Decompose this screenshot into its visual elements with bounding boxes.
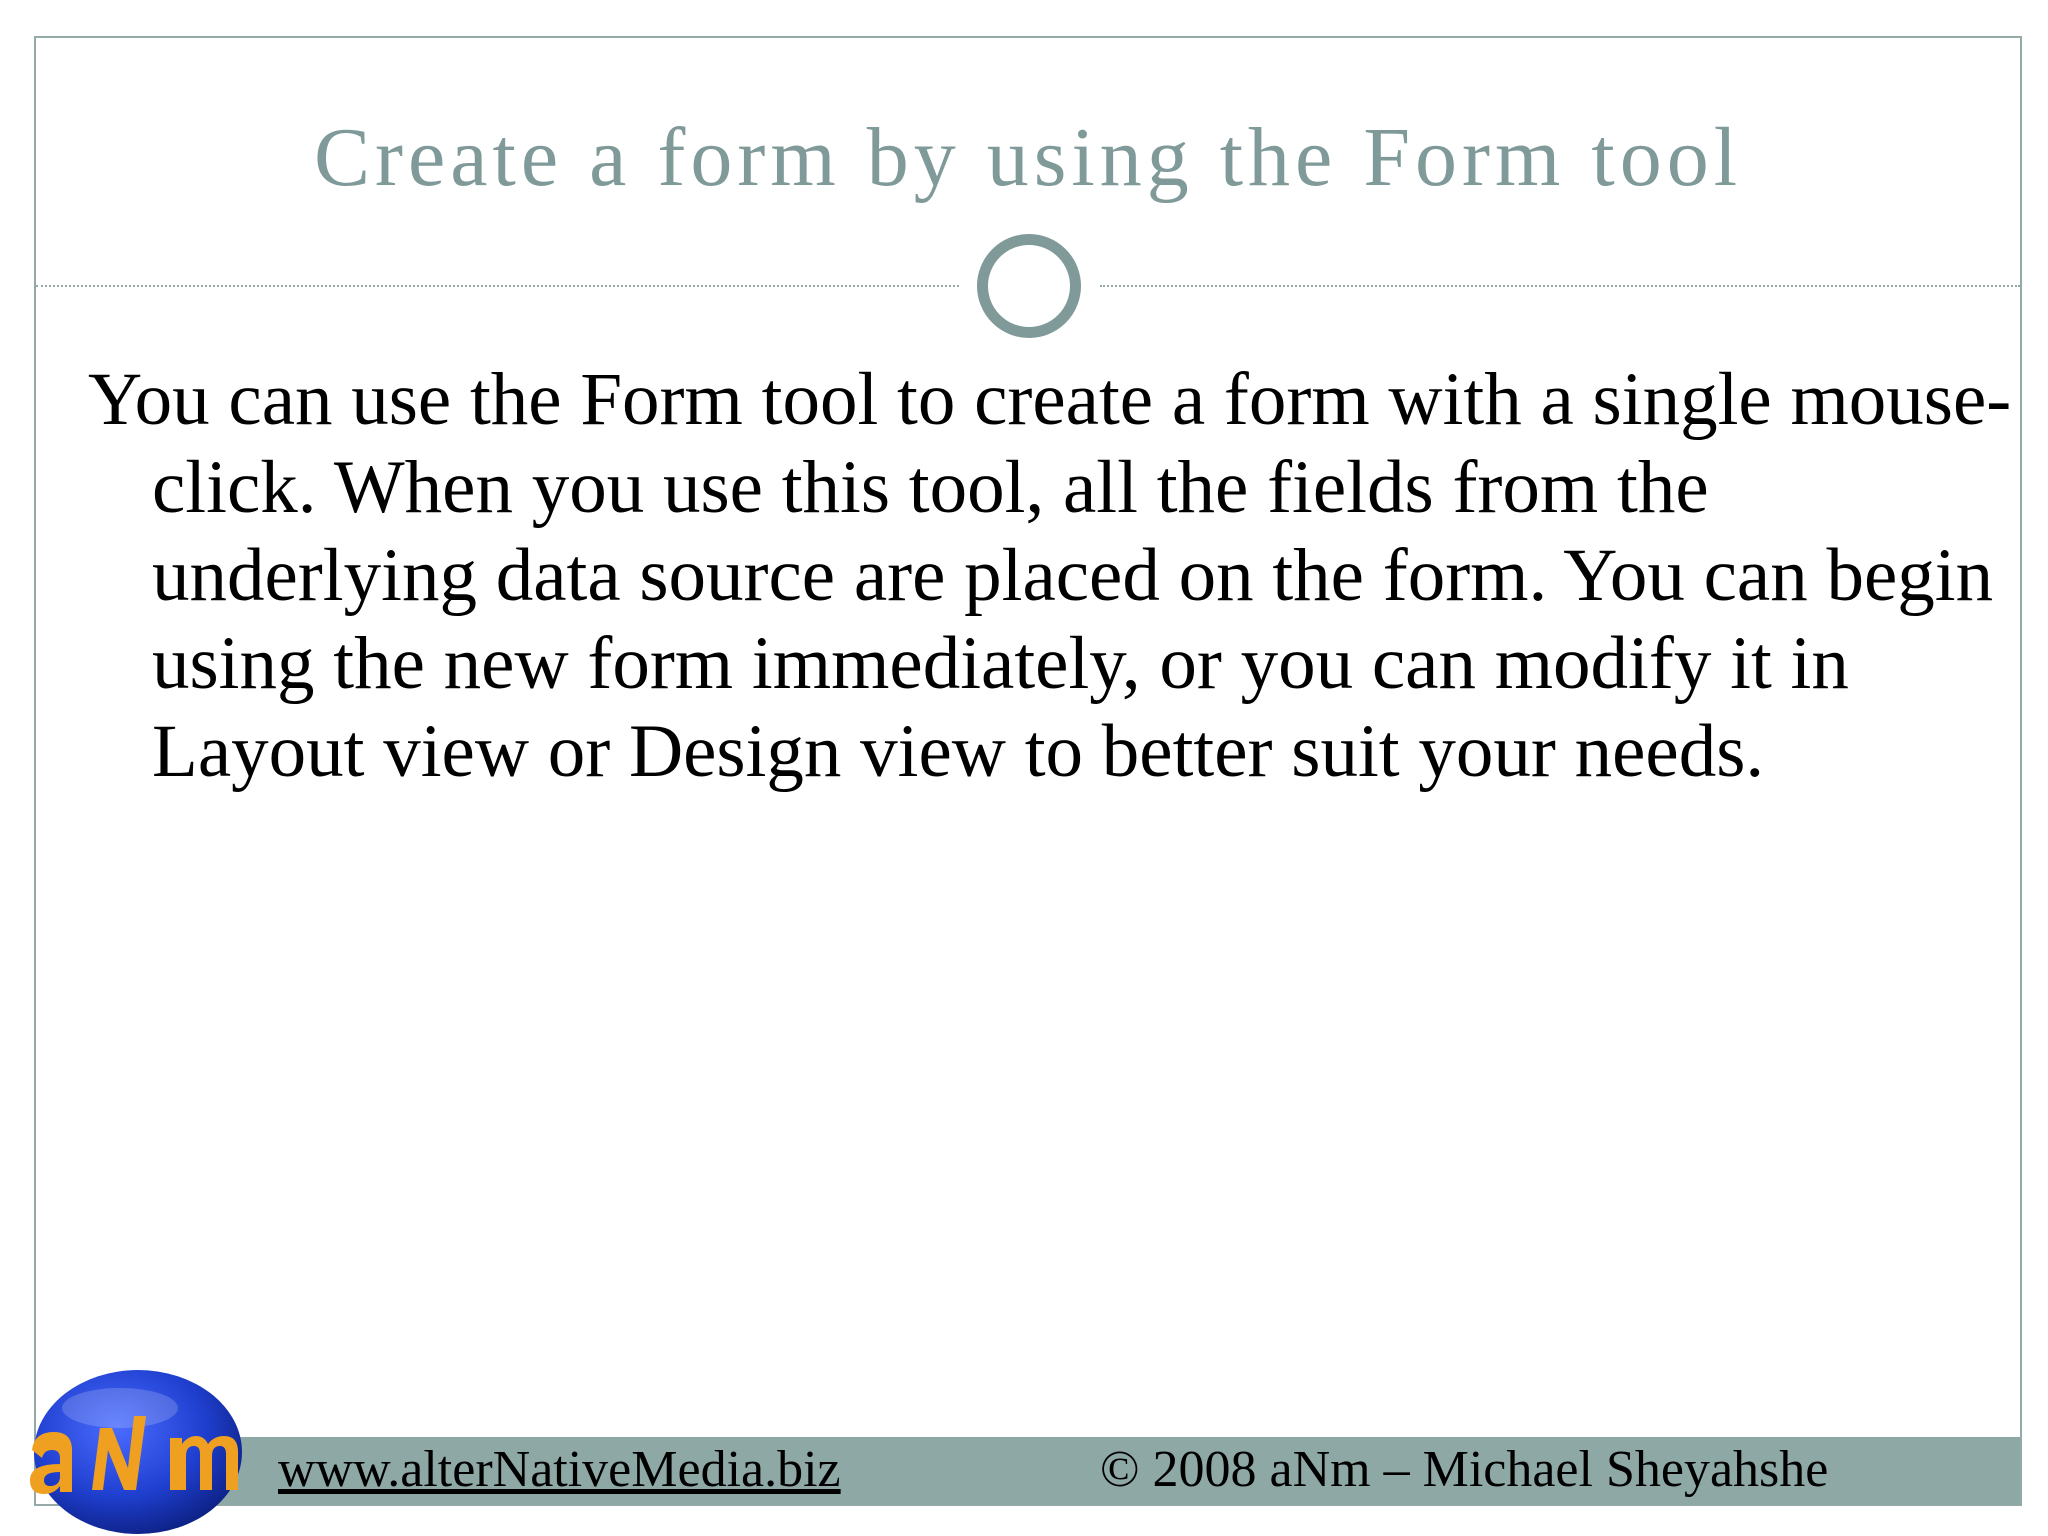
divider-circle-ornament bbox=[977, 234, 1081, 338]
slide-title: Create a form by using the Form tool bbox=[313, 111, 1743, 204]
anm-logo bbox=[30, 1370, 242, 1534]
title-divider-right bbox=[1100, 285, 2020, 287]
footer-copyright: © 2008 aNm – Michael Sheyahshe bbox=[1100, 1441, 1829, 1498]
slide: Create a form by using the Form tool You… bbox=[0, 0, 2048, 1536]
title-divider-left bbox=[36, 285, 959, 287]
slide-body-text: You can use the Form tool to create a fo… bbox=[88, 358, 2012, 793]
footer-website-link[interactable]: www.alterNativeMedia.biz bbox=[278, 1436, 841, 1504]
